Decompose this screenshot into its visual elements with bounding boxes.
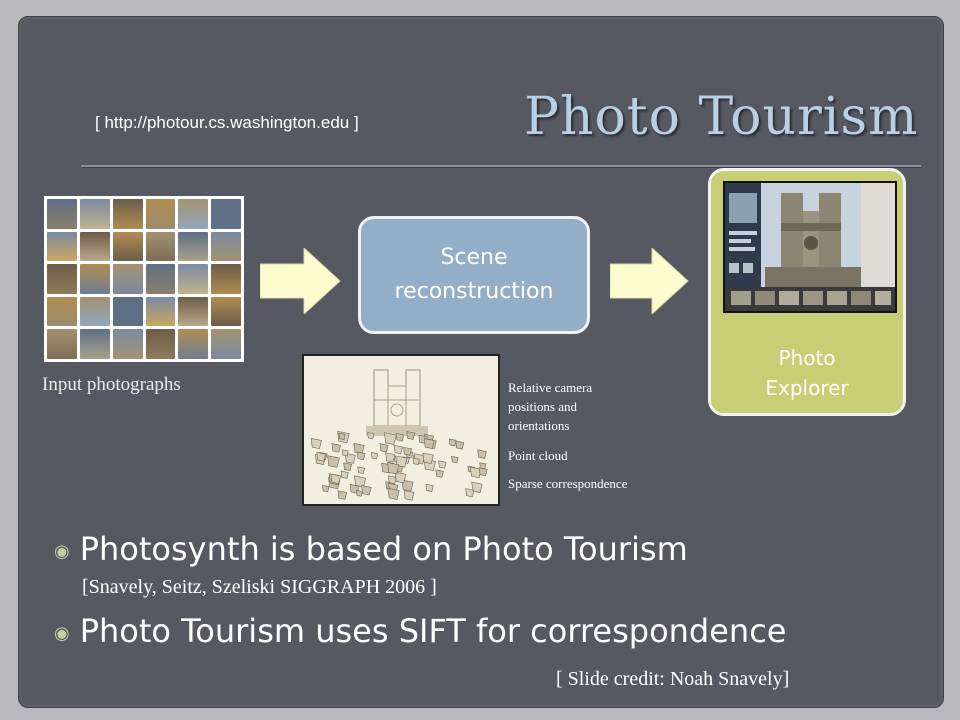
photo-thumbnail [112, 264, 143, 294]
photo-thumbnail [211, 329, 241, 359]
legend-sparse-correspondence: Sparse correspondence [508, 476, 628, 491]
input-photo-collage [44, 196, 244, 362]
photo-thumbnail [145, 296, 176, 327]
photo-thumbnail [79, 329, 110, 359]
photo-thumbnail [178, 329, 209, 359]
bullet-text: Photo Tourism uses SIFT for corresponden… [79, 612, 787, 650]
photo-thumbnail [178, 199, 209, 229]
photo-thumbnail [211, 199, 241, 229]
photo-thumbnail [112, 231, 143, 262]
photo-thumbnail [47, 296, 77, 327]
photo-thumbnail [178, 296, 209, 327]
explorer-label-line-1: Photo [778, 346, 836, 370]
slide-credit: [ Slide credit: Noah Snavely] [556, 668, 790, 690]
legend-line: orientations [508, 418, 570, 433]
photo-thumbnail [47, 231, 77, 262]
photo-explorer-label: Photo Explorer [711, 343, 903, 403]
photo-thumbnail [211, 296, 241, 327]
bullet-citation: [Snavely, Seitz, Szeliski SIGGRAPH 2006 … [82, 576, 437, 598]
photo-thumbnail [145, 329, 176, 359]
right-arrow-icon [260, 248, 341, 314]
circle-bullet-icon: ◉ [54, 622, 70, 644]
legend-camera-positions: Relative camera positions and orientatio… [508, 378, 592, 435]
photo-thumbnail [47, 264, 77, 294]
scene-box-line-2: reconstruction [394, 279, 554, 304]
reconstruction-point-cloud-image [302, 354, 500, 506]
circle-bullet-icon: ◉ [54, 540, 70, 562]
photo-thumbnail [79, 199, 110, 229]
photo-thumbnail [112, 296, 143, 327]
photo-thumbnail [47, 329, 77, 359]
legend-point-cloud: Point cloud [508, 448, 568, 463]
photo-thumbnail [145, 264, 176, 294]
bullet-sift: ◉ Photo Tourism uses SIFT for corresponde… [54, 612, 786, 650]
photo-explorer-box: Photo Explorer [708, 168, 906, 416]
photo-thumbnail [145, 231, 176, 262]
scene-reconstruction-box: Scene reconstruction [358, 216, 590, 334]
bullet-photosynth: ◉ Photosynth is based on Photo Tourism [54, 530, 688, 568]
photo-thumbnail [47, 199, 77, 229]
photo-thumbnail [112, 329, 143, 359]
legend-line: positions and [508, 399, 577, 414]
legend-line: Relative camera [508, 380, 593, 395]
photo-thumbnail [112, 199, 143, 229]
photo-thumbnail [79, 296, 110, 327]
photo-thumbnail [178, 264, 209, 294]
photo-explorer-screenshot [723, 181, 897, 313]
photo-thumbnail [211, 231, 241, 262]
photo-thumbnail [79, 264, 110, 294]
input-photographs-caption: Input photographs [42, 374, 181, 395]
slide-title: Photo Tourism [524, 87, 919, 147]
bullet-text: Photosynth is based on Photo Tourism [79, 530, 688, 568]
source-url: [ http://photour.cs.washington.edu ] [95, 113, 359, 132]
photo-thumbnail [79, 231, 110, 262]
photo-thumbnail [178, 231, 209, 262]
explorer-label-line-2: Explorer [765, 376, 849, 400]
photo-thumbnail [211, 264, 241, 294]
photo-thumbnail [145, 199, 176, 229]
right-arrow-icon [610, 248, 689, 314]
scene-box-line-1: Scene [440, 245, 508, 270]
